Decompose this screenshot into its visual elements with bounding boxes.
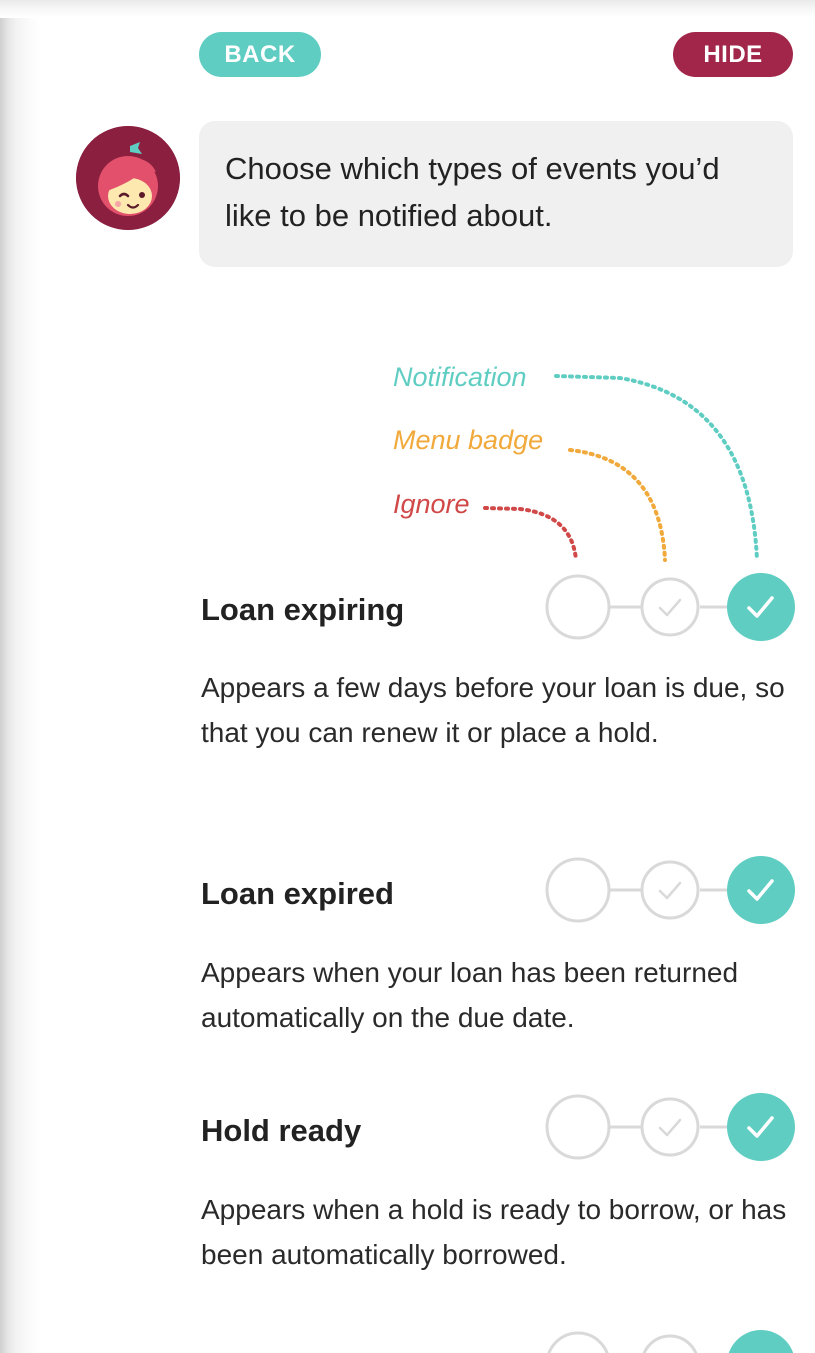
menu-badge-option[interactable] bbox=[640, 860, 700, 920]
notification-toggle-partial[interactable] bbox=[542, 1326, 798, 1353]
event-desc-hold-ready: Appears when a hold is ready to borrow, … bbox=[201, 1194, 787, 1270]
menu-badge-option[interactable] bbox=[640, 577, 700, 637]
event-desc-loan-expiring: Appears a few days before your loan is d… bbox=[201, 672, 785, 748]
ignore-option[interactable] bbox=[545, 857, 611, 923]
event-desc-loan-expired: Appears when your loan has been returned… bbox=[201, 957, 739, 1033]
notification-option[interactable] bbox=[727, 573, 795, 641]
menu-badge-option[interactable] bbox=[640, 1097, 700, 1157]
event-title-loan-expiring: Loan expiring bbox=[201, 592, 405, 627]
notification-toggle-loan-expiring[interactable] bbox=[542, 569, 798, 645]
event-title-hold-ready: Hold ready bbox=[201, 1113, 362, 1148]
notification-option[interactable] bbox=[727, 1093, 795, 1161]
notification-toggle-hold-ready[interactable] bbox=[542, 1089, 798, 1165]
ignore-option[interactable] bbox=[545, 574, 611, 640]
notification-toggle-loan-expired[interactable] bbox=[542, 852, 798, 928]
ignore-option[interactable] bbox=[545, 1094, 611, 1160]
event-title-loan-expired: Loan expired bbox=[201, 876, 394, 911]
legend-connectors bbox=[483, 374, 759, 562]
toggle-clip bbox=[542, 1326, 798, 1353]
notification-option[interactable] bbox=[727, 856, 795, 924]
